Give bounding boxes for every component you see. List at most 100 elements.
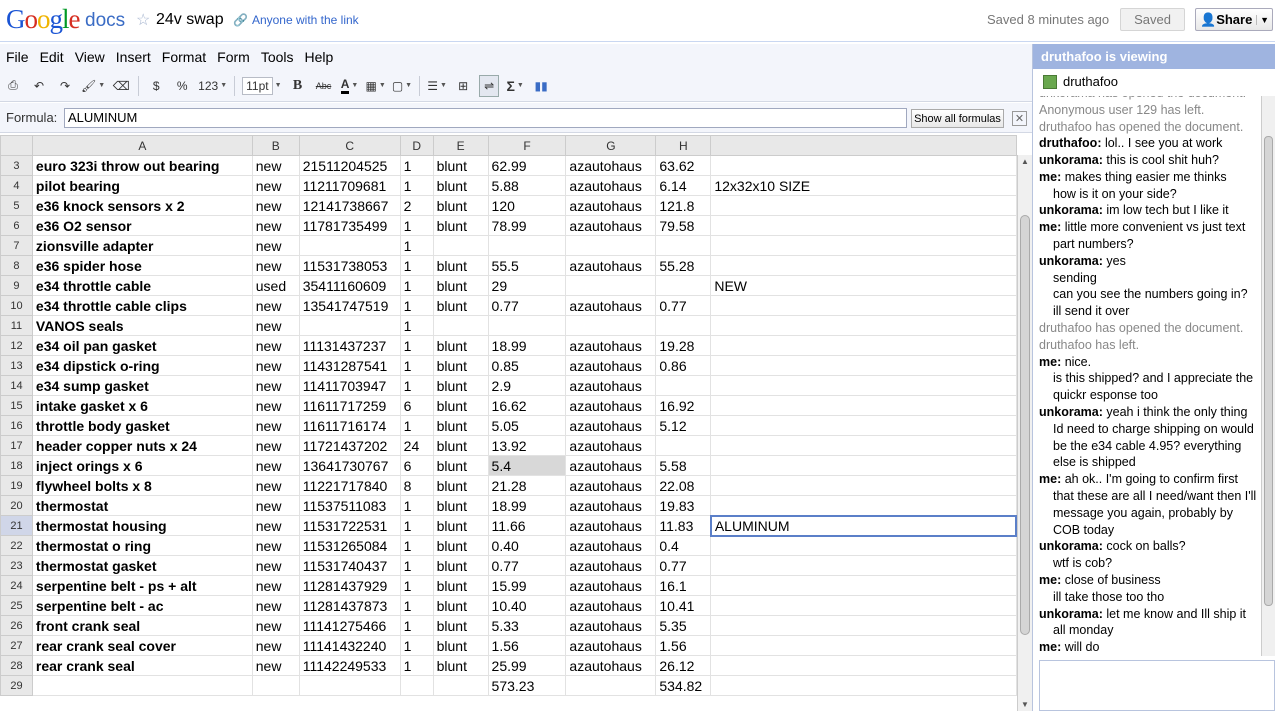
cell-i[interactable] — [710, 295, 1017, 316]
cell-e[interactable]: blunt — [432, 495, 489, 516]
cell-f[interactable]: 18.99 — [487, 335, 567, 356]
cell-g[interactable]: azautohaus — [565, 155, 657, 176]
cell-f[interactable]: 5.88 — [487, 175, 567, 196]
row-number[interactable]: 17 — [0, 435, 33, 456]
cell-g[interactable]: azautohaus — [565, 255, 657, 276]
cell-b[interactable]: new — [251, 435, 300, 456]
saved-button[interactable]: Saved — [1120, 8, 1185, 31]
cell-e[interactable] — [432, 235, 489, 256]
cell-e[interactable]: blunt — [432, 295, 489, 316]
cell-f[interactable]: 10.40 — [487, 595, 567, 616]
cell-h[interactable] — [655, 235, 712, 256]
paint-format-icon[interactable]: 🖌 ▼ — [81, 75, 105, 97]
cell-i[interactable] — [710, 475, 1017, 496]
row-number[interactable]: 12 — [0, 335, 33, 356]
cell-b[interactable]: new — [251, 495, 300, 516]
cell-d[interactable]: 1 — [399, 255, 434, 276]
cell-d[interactable]: 1 — [399, 315, 434, 336]
align-icon[interactable]: ☰ ▼ — [427, 75, 447, 97]
cell-i[interactable] — [710, 435, 1017, 456]
cell-e[interactable]: blunt — [432, 275, 489, 296]
cell-d[interactable]: 6 — [399, 455, 434, 476]
cell-i[interactable] — [710, 255, 1017, 276]
show-all-formulas-button[interactable]: Show all formulas — [911, 109, 1004, 128]
cell-h[interactable]: 79.58 — [655, 215, 712, 236]
cell-h[interactable]: 534.82 — [655, 675, 712, 696]
cell-g[interactable]: azautohaus — [565, 335, 657, 356]
column-header[interactable]: D — [399, 135, 434, 156]
cell-i[interactable] — [710, 455, 1017, 476]
star-icon[interactable]: ☆ — [136, 10, 150, 30]
cell-i[interactable] — [710, 215, 1017, 236]
cell-f[interactable]: 16.62 — [487, 395, 567, 416]
cell-b[interactable]: new — [251, 215, 300, 236]
cell-e[interactable]: blunt — [432, 635, 489, 656]
cell-f[interactable]: 55.5 — [487, 255, 567, 276]
cell-b[interactable]: new — [251, 595, 300, 616]
cell-c[interactable] — [298, 315, 401, 336]
cell-f[interactable]: 0.85 — [487, 355, 567, 376]
cell-g[interactable]: azautohaus — [565, 435, 657, 456]
cell-a[interactable]: front crank seal — [31, 615, 253, 636]
functions-button[interactable]: Σ ▼ — [505, 75, 525, 97]
cell-i[interactable] — [710, 235, 1017, 256]
clear-format-icon[interactable]: ⌫ — [111, 75, 131, 97]
cell-a[interactable]: serpentine belt - ps + alt — [31, 575, 253, 596]
cell-g[interactable] — [565, 315, 657, 336]
row-number[interactable]: 8 — [0, 255, 33, 276]
cell-c[interactable]: 11141275466 — [298, 615, 401, 636]
column-header[interactable]: E — [432, 135, 489, 156]
cell-h[interactable] — [655, 315, 712, 336]
cell-d[interactable]: 1 — [399, 515, 434, 536]
chevron-down-icon[interactable]: ▼ — [1256, 14, 1272, 25]
cell-i[interactable]: 12x32x10 SIZE — [710, 175, 1017, 196]
menu-edit[interactable]: Edit — [40, 49, 64, 65]
cell-b[interactable]: new — [251, 255, 300, 276]
cell-a[interactable]: inject orings x 6 — [31, 455, 253, 476]
row-number[interactable]: 3 — [0, 155, 33, 176]
cell-c[interactable]: 11611716174 — [298, 415, 401, 436]
cell-h[interactable] — [655, 275, 712, 296]
cell-e[interactable]: blunt — [432, 555, 489, 576]
row-number[interactable]: 27 — [0, 635, 33, 656]
cell-e[interactable]: blunt — [432, 435, 489, 456]
cell-g[interactable]: azautohaus — [565, 495, 657, 516]
cell-b[interactable]: new — [251, 575, 300, 596]
cell-f[interactable]: 25.99 — [487, 655, 567, 676]
cell-h[interactable]: 5.35 — [655, 615, 712, 636]
cell-f[interactable]: 18.99 — [487, 495, 567, 516]
cell-a[interactable]: VANOS seals — [31, 315, 253, 336]
cell-c[interactable]: 11281437873 — [298, 595, 401, 616]
cell-a[interactable]: e36 knock sensors x 2 — [31, 195, 253, 216]
cell-d[interactable]: 1 — [399, 275, 434, 296]
menu-view[interactable]: View — [75, 49, 105, 65]
formula-input[interactable]: ALUMINUM — [64, 108, 907, 128]
cell-h[interactable]: 5.12 — [655, 415, 712, 436]
cell-g[interactable]: azautohaus — [565, 375, 657, 396]
sharing-status[interactable]: 🔗 Anyone with the link — [233, 13, 359, 27]
row-number[interactable]: 7 — [0, 235, 33, 256]
cell-g[interactable]: azautohaus — [565, 595, 657, 616]
cell-a[interactable]: thermostat — [31, 495, 253, 516]
row-number[interactable]: 5 — [0, 195, 33, 216]
viewer-item[interactable]: druthafoo — [1033, 69, 1275, 94]
cell-d[interactable]: 1 — [399, 235, 434, 256]
cell-g[interactable] — [565, 235, 657, 256]
cell-f[interactable]: 573.23 — [487, 675, 567, 696]
row-number[interactable]: 28 — [0, 655, 33, 676]
cell-e[interactable]: blunt — [432, 535, 489, 556]
cell-c[interactable]: 13641730767 — [298, 455, 401, 476]
currency-button[interactable]: $ — [146, 75, 166, 97]
cell-g[interactable]: azautohaus — [565, 395, 657, 416]
redo-icon[interactable]: ↷ — [55, 75, 75, 97]
cell-b[interactable]: new — [251, 615, 300, 636]
cell-h[interactable]: 11.83 — [655, 515, 712, 536]
column-header[interactable]: F — [487, 135, 567, 156]
cell-c[interactable]: 11531265084 — [298, 535, 401, 556]
cell-h[interactable]: 0.77 — [655, 555, 712, 576]
cell-h[interactable]: 16.92 — [655, 395, 712, 416]
cell-a[interactable]: euro 323i throw out bearing — [31, 155, 253, 176]
cell-c[interactable]: 11537511083 — [298, 495, 401, 516]
cell-e[interactable]: blunt — [432, 475, 489, 496]
row-number[interactable]: 21 — [0, 515, 33, 536]
